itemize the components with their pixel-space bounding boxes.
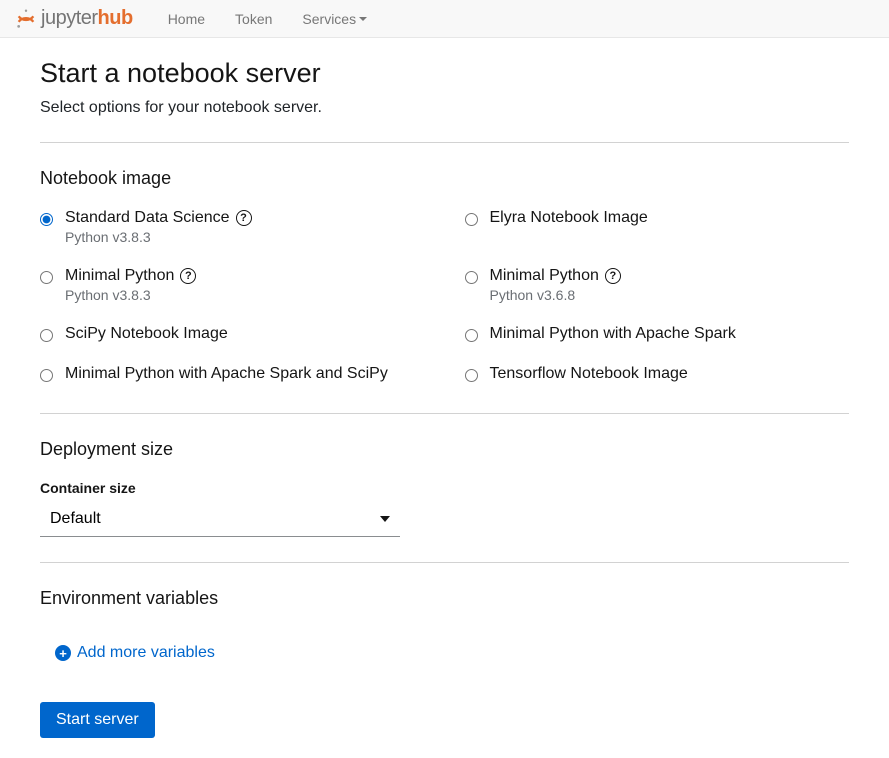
image-option-label[interactable]: Minimal Python?	[65, 267, 196, 285]
brand-logo[interactable]: jupyterhub	[15, 7, 133, 30]
image-option-subtitle: Python v3.8.3	[65, 229, 252, 245]
divider	[40, 413, 849, 414]
image-options-grid: Standard Data Science? Python v3.8.3 Elyra…	[40, 209, 849, 383]
nav-services[interactable]: Services	[287, 11, 382, 27]
page-subtitle: Select options for your notebook server.	[40, 99, 849, 117]
image-option: Minimal Python with Apache Spark	[465, 325, 850, 343]
image-option-radio[interactable]	[40, 271, 53, 284]
image-option-radio[interactable]	[465, 213, 478, 226]
image-option: Minimal Python with Apache Spark and Sci…	[40, 365, 425, 383]
container-size-value: Default	[50, 510, 101, 528]
image-option-label[interactable]: Minimal Python with Apache Spark and Sci…	[65, 365, 388, 383]
help-icon[interactable]: ?	[236, 210, 252, 226]
container-size-select[interactable]: Default	[40, 501, 400, 537]
brand-hub: hub	[98, 7, 133, 29]
image-option: Tensorflow Notebook Image	[465, 365, 850, 383]
image-option-label[interactable]: SciPy Notebook Image	[65, 325, 228, 343]
navbar: jupyterhub Home Token Services	[0, 0, 889, 38]
nav-home[interactable]: Home	[153, 11, 220, 27]
add-more-variables-label: Add more variables	[77, 644, 215, 662]
plus-circle-icon: +	[55, 645, 71, 661]
page-title: Start a notebook server	[40, 58, 849, 89]
image-option: Standard Data Science? Python v3.8.3	[40, 209, 425, 245]
image-option-subtitle: Python v3.8.3	[65, 287, 196, 303]
help-icon[interactable]: ?	[180, 268, 196, 284]
image-option-radio[interactable]	[465, 329, 478, 342]
image-option-label[interactable]: Tensorflow Notebook Image	[490, 365, 688, 383]
image-option-label[interactable]: Standard Data Science?	[65, 209, 252, 227]
nav-token[interactable]: Token	[220, 11, 287, 27]
section-env-vars: Environment variables	[40, 588, 849, 609]
image-option: Minimal Python? Python v3.8.3	[40, 267, 425, 303]
image-option: SciPy Notebook Image	[40, 325, 425, 343]
start-server-button[interactable]: Start server	[40, 702, 155, 738]
container-size-label: Container size	[40, 480, 849, 496]
help-icon[interactable]: ?	[605, 268, 621, 284]
section-deployment-size: Deployment size	[40, 439, 849, 460]
image-option-label[interactable]: Elyra Notebook Image	[490, 209, 648, 227]
divider	[40, 562, 849, 563]
image-option: Elyra Notebook Image	[465, 209, 850, 245]
jupyter-icon	[15, 8, 37, 30]
main-content: Start a notebook server Select options f…	[0, 38, 889, 758]
caret-down-icon	[380, 516, 390, 522]
image-option-radio[interactable]	[40, 369, 53, 382]
image-option-label[interactable]: Minimal Python?	[490, 267, 621, 285]
divider	[40, 142, 849, 143]
image-option-radio[interactable]	[40, 329, 53, 342]
image-option: Minimal Python? Python v3.6.8	[465, 267, 850, 303]
section-notebook-image: Notebook image	[40, 168, 849, 189]
image-option-radio[interactable]	[465, 271, 478, 284]
image-option-radio[interactable]	[465, 369, 478, 382]
image-option-label[interactable]: Minimal Python with Apache Spark	[490, 325, 736, 343]
image-option-subtitle: Python v3.6.8	[490, 287, 621, 303]
add-more-variables-link[interactable]: + Add more variables	[55, 644, 215, 662]
nav-services-label: Services	[302, 11, 356, 27]
brand-jupyter: jupyter	[41, 7, 98, 29]
caret-down-icon	[359, 17, 367, 21]
image-option-radio[interactable]	[40, 213, 53, 226]
